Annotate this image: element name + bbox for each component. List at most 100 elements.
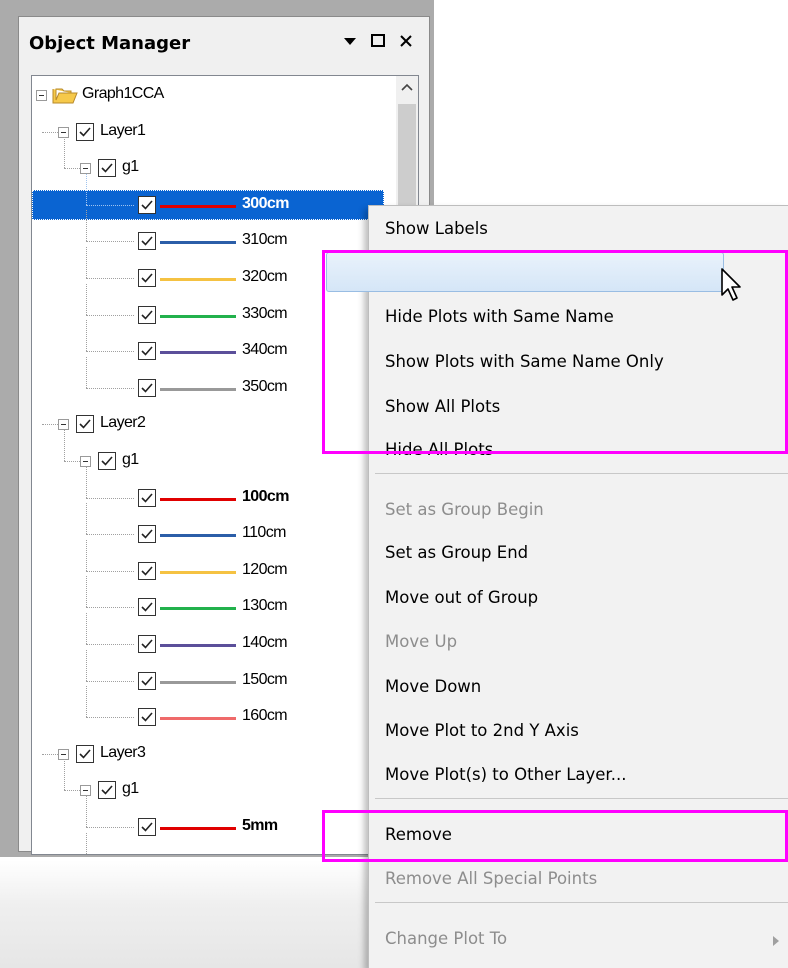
plot-checkbox[interactable] [138,195,156,214]
plot-color-swatch [160,278,236,281]
plot-checkbox[interactable] [138,488,156,507]
tree-connector [86,210,87,242]
tree-connector [86,241,134,243]
folder-icon [52,85,78,110]
plot-checkbox[interactable] [138,378,156,397]
plot-checkbox[interactable] [138,818,156,836]
collapse-icon[interactable] [58,126,69,138]
object-tree[interactable]: Graph1CCA Layer1 g1 300cm 310cm 320cm 330cm 340… [31,75,419,855]
tree-connector [86,832,87,854]
layer-label: Layer3 [100,743,146,761]
tree-layer-node[interactable]: Layer1 [32,117,392,147]
plot-color-swatch [160,497,236,501]
tree-connector [86,607,134,609]
tree-connector [86,356,87,388]
collapse-icon[interactable] [80,456,91,467]
plot-row[interactable]: 160cm [32,686,392,732]
plot-label: 110cm [242,524,286,542]
menu-item-set-as-group-end[interactable]: Set as Group End [385,538,528,568]
layer-checkbox[interactable] [76,122,94,141]
tree-connector [86,539,87,571]
submenu-arrow-icon [772,931,780,946]
menu-separator [375,902,788,903]
tree-connector [42,424,58,426]
group-checkbox[interactable] [98,452,116,470]
plot-checkbox[interactable] [138,598,156,617]
mouse-cursor-icon [720,267,744,309]
menu-item-change-plot-to[interactable]: Change Plot To [385,924,507,954]
tree-connector [86,686,87,718]
plot-checkbox[interactable] [138,525,156,544]
plot-label: 120cm [242,560,288,578]
tree-connector [86,717,134,719]
scroll-up-icon[interactable] [399,80,415,96]
collapse-icon[interactable] [80,163,91,175]
plot-checkbox[interactable] [138,342,156,361]
menu-item-move-plot-to-2nd-y-axis[interactable]: Move Plot to 2nd Y Axis [385,716,579,746]
tree-layer-node[interactable]: Layer3 [32,739,392,769]
menu-item-move-out-of-group[interactable]: Move out of Group [385,583,538,613]
plot-color-swatch [160,644,236,647]
plot-checkbox[interactable] [138,671,156,690]
collapse-icon[interactable] [58,419,69,431]
plot-label: 100cm [242,487,289,505]
close-icon[interactable] [395,29,417,53]
menu-item-move-down[interactable]: Move Down [385,672,481,702]
tree-connector [64,430,65,461]
plot-color-swatch [160,204,236,208]
tree-connector [64,790,80,792]
plot-label: 320cm [242,268,288,285]
tree-root-label: Graph1CCA [82,85,164,102]
plot-color-swatch [160,534,236,538]
plot-checkbox[interactable] [138,232,156,251]
plot-checkbox[interactable] [138,561,156,580]
layer-checkbox[interactable] [76,744,94,763]
plot-label: 340cm [242,341,288,359]
plot-color-swatch [160,351,236,355]
dropdown-icon[interactable] [339,29,361,53]
collapse-icon[interactable] [58,748,69,760]
tree-connector [86,314,134,316]
plot-color-swatch [160,387,236,391]
annotation-box-remove [322,810,788,862]
tree-connector [86,278,134,279]
plot-label: 5mm [242,817,278,834]
tree-connector [86,644,134,645]
tree-connector [86,351,134,353]
plot-checkbox[interactable] [138,269,156,287]
group-checkbox[interactable] [98,781,116,800]
tree-root[interactable]: Graph1CCA [32,80,392,110]
layer-label: Layer2 [100,414,146,432]
group-label: g1 [122,451,139,468]
collapse-icon[interactable] [80,785,91,797]
tree-connector [42,753,58,755]
menu-item-show-labels[interactable]: Show Labels [385,214,488,244]
tree-connector [64,137,65,169]
group-label: g1 [122,158,139,176]
layer-checkbox[interactable] [76,415,94,434]
tree-connector [86,204,134,206]
menu-item-set-as-group-begin[interactable]: Set as Group Begin [385,495,544,525]
group-checkbox[interactable] [98,159,116,178]
plot-checkbox[interactable] [138,708,156,727]
menu-item-move-plot-s-to-other-layer[interactable]: Move Plot(s) to Other Layer... [385,760,626,790]
tree-connector [86,247,87,278]
tree-connector [64,461,80,462]
menu-separator [375,798,788,799]
tree-connector [86,173,87,205]
menu-item-remove-all-special-points[interactable]: Remove All Special Points [385,864,597,894]
plot-color-swatch [160,827,236,830]
plot-color-swatch [160,314,236,318]
menu-item-move-up[interactable]: Move Up [385,627,457,657]
tree-connector [86,649,87,681]
tree-connector [86,534,134,536]
plot-checkbox[interactable] [138,635,156,653]
plot-checkbox[interactable] [138,305,156,324]
maximize-icon[interactable] [367,29,389,53]
tree-connector [86,570,134,572]
collapse-icon[interactable] [36,90,47,101]
tree-connector [86,387,134,389]
plot-label: 310cm [242,231,288,249]
tree-connector [86,320,87,352]
tree-connector [86,576,87,608]
